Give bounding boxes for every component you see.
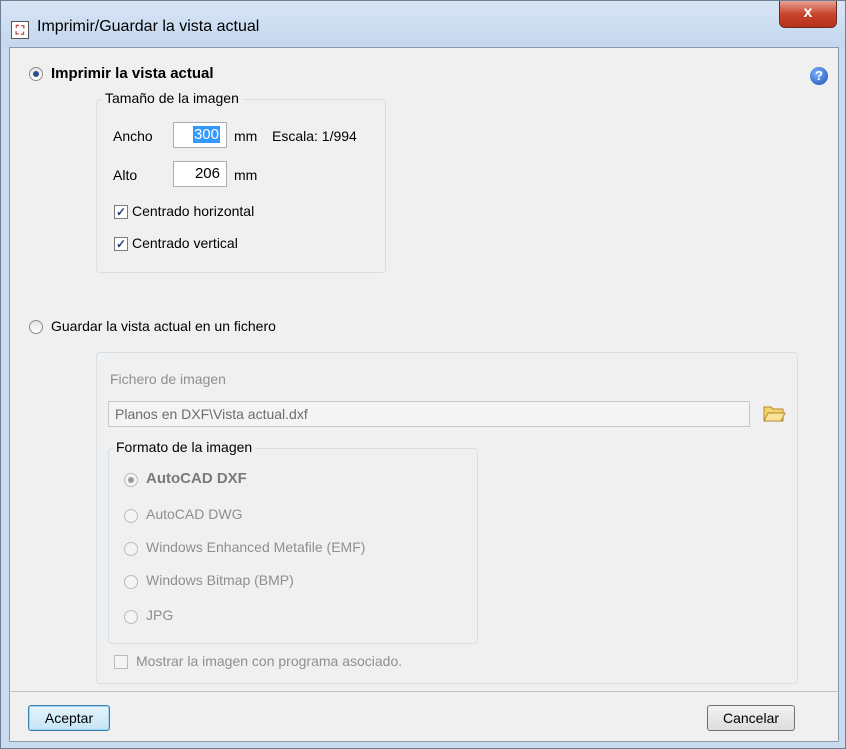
- format-autocad-dxf-radio[interactable]: [124, 473, 138, 487]
- dialog-window: ⛶ Imprimir/Guardar la vista actual x Imp…: [0, 0, 846, 749]
- ancho-unit: mm: [234, 128, 258, 144]
- ancho-input[interactable]: 300: [173, 122, 227, 148]
- format-jpg-radio[interactable]: [124, 610, 138, 624]
- folder-open-icon[interactable]: [762, 403, 786, 423]
- save-file-label: Guardar la vista actual en un fichero: [51, 318, 276, 334]
- format-autocad-dxf-label: AutoCAD DXF: [146, 470, 247, 487]
- accept-button[interactable]: Aceptar: [28, 705, 110, 731]
- format-bmp-radio[interactable]: [124, 575, 138, 589]
- centrado-horizontal-label: Centrado horizontal: [132, 203, 255, 219]
- centrado-horizontal-checkbox[interactable]: ✓: [114, 205, 128, 219]
- format-autocad-dwg-radio[interactable]: [124, 509, 138, 523]
- format-bmp-label: Windows Bitmap (BMP): [146, 572, 294, 588]
- close-button[interactable]: x: [779, 1, 837, 28]
- format-autocad-dwg-label: AutoCAD DWG: [146, 506, 243, 522]
- format-emf-label: Windows Enhanced Metafile (EMF): [146, 539, 366, 555]
- alto-unit: mm: [234, 167, 258, 183]
- format-emf-radio[interactable]: [124, 542, 138, 556]
- dialog-client: Imprimir la vista actual ? Tamaño de la …: [9, 47, 839, 742]
- print-view-label: Imprimir la vista actual: [51, 65, 214, 82]
- cancel-button[interactable]: Cancelar: [707, 705, 795, 731]
- ancho-label: Ancho: [113, 128, 153, 144]
- scale-text: Escala: 1/994: [272, 128, 357, 144]
- format-jpg-label: JPG: [146, 607, 174, 623]
- file-path-input[interactable]: Planos en DXF\Vista actual.dxf: [108, 401, 750, 427]
- footer-separator: [10, 691, 838, 692]
- title-bar: ⛶ Imprimir/Guardar la vista actual x: [1, 1, 845, 47]
- centrado-vertical-checkbox[interactable]: ✓: [114, 237, 128, 251]
- app-icon: ⛶: [11, 21, 29, 39]
- image-format-group-label: Formato de la imagen: [113, 439, 256, 455]
- centrado-vertical-label: Centrado vertical: [132, 235, 238, 251]
- save-file-radio[interactable]: [29, 320, 43, 334]
- alto-label: Alto: [113, 167, 138, 183]
- close-icon: x: [803, 4, 813, 21]
- file-path-value: Planos en DXF\Vista actual.dxf: [115, 406, 308, 422]
- image-size-group-label: Tamaño de la imagen: [102, 90, 242, 106]
- show-with-program-label: Mostrar la imagen con programa asociado.: [136, 653, 403, 669]
- ancho-value: 300: [192, 126, 220, 143]
- help-icon[interactable]: ?: [810, 67, 828, 85]
- alto-value: 206: [194, 165, 220, 182]
- print-view-radio[interactable]: [29, 67, 43, 81]
- window-title: Imprimir/Guardar la vista actual: [37, 18, 260, 35]
- file-label: Fichero de imagen: [110, 371, 226, 387]
- show-with-program-checkbox[interactable]: [114, 655, 128, 669]
- alto-input[interactable]: 206: [173, 161, 227, 187]
